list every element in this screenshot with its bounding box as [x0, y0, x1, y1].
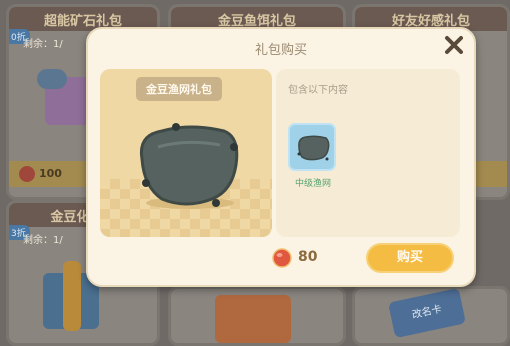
contents-panel: 包含以下内容 中级渔网: [276, 69, 460, 237]
pack-name-label: 金豆渔网礼包: [136, 77, 222, 101]
coin-icon: [19, 166, 35, 182]
net-pillow-icon: [297, 135, 330, 161]
item-slot[interactable]: [288, 123, 336, 171]
mystery-gift-icon: [215, 295, 291, 343]
dialog-title: 礼包购买: [254, 43, 307, 58]
purchase-dialog: 礼包购买 金豆渔网礼包 包含以下内容 中级渔网 80 购买: [86, 27, 476, 287]
price-value: 100: [39, 167, 62, 180]
ribbon-icon: [37, 69, 67, 89]
item-name: 中级渔网: [294, 179, 331, 189]
close-button[interactable]: [442, 33, 466, 57]
ribbon-icon: [63, 261, 81, 331]
stock-label: 剩余：1/: [23, 235, 63, 246]
rename-card-icon: 改名卡: [388, 289, 466, 339]
buy-button[interactable]: 购买: [366, 243, 454, 273]
close-icon: [445, 36, 463, 54]
shop-card-rename-pack[interactable]: 改名卡: [352, 286, 510, 346]
contents-label: 包含以下内容: [288, 85, 348, 96]
pack-preview-panel: 金豆渔网礼包: [100, 69, 272, 237]
price-value: 80: [298, 249, 318, 265]
net-pillow-icon: [139, 123, 239, 209]
gold-bean-icon: [272, 248, 292, 268]
shop-card-mystery-pack[interactable]: [168, 286, 346, 346]
stock-label: 剩余：1/: [23, 39, 63, 50]
